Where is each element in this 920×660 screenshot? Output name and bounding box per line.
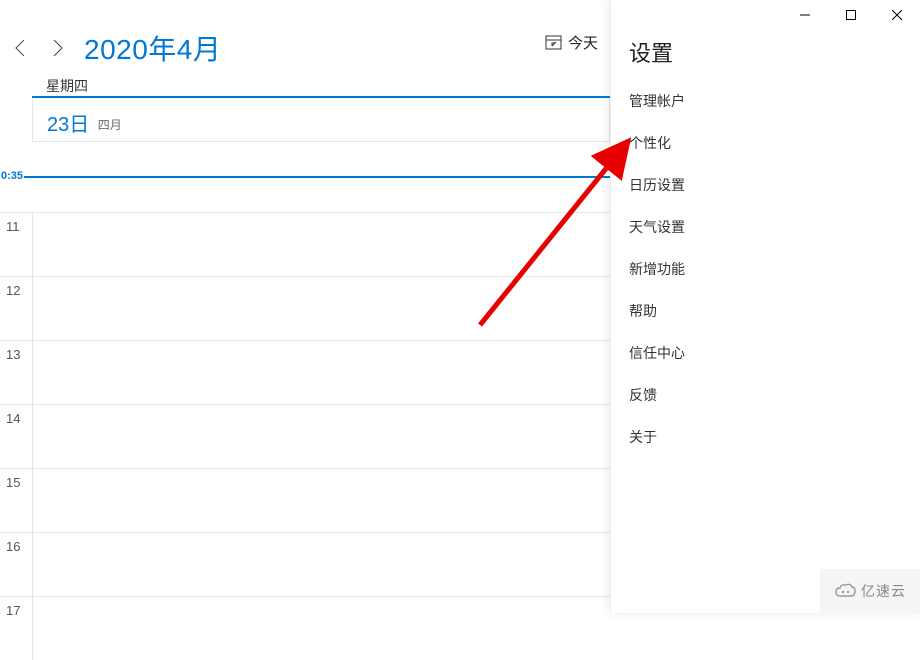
- timeline: 0:35 11 12 13 14 15 16 17: [0, 140, 610, 613]
- hour-label: 12: [6, 283, 20, 298]
- hour-label: 11: [6, 219, 20, 234]
- minimize-icon: [800, 10, 810, 20]
- hour-label: 15: [6, 475, 20, 490]
- window-title-bar: [782, 0, 920, 30]
- hour-row[interactable]: 11: [0, 212, 610, 276]
- settings-item-whats-new[interactable]: 新增功能: [611, 248, 920, 290]
- hour-cell[interactable]: [32, 341, 610, 404]
- settings-item-weather-settings[interactable]: 天气设置: [611, 206, 920, 248]
- today-button[interactable]: 今天: [545, 32, 598, 53]
- hour-cell[interactable]: [32, 277, 610, 340]
- maximize-icon: [846, 10, 856, 20]
- settings-item-personalization[interactable]: 个性化: [611, 122, 920, 164]
- hour-label: 16: [6, 539, 20, 554]
- hour-label: 13: [6, 347, 20, 362]
- minimize-button[interactable]: [782, 0, 828, 30]
- settings-item-about[interactable]: 关于: [611, 416, 920, 458]
- hour-cell[interactable]: [32, 533, 610, 596]
- hour-row[interactable]: 16: [0, 532, 610, 596]
- hour-cell[interactable]: [32, 213, 610, 276]
- settings-item-help[interactable]: 帮助: [611, 290, 920, 332]
- hour-row[interactable]: 15: [0, 468, 610, 532]
- close-icon: [892, 10, 902, 20]
- hour-cell[interactable]: [32, 597, 610, 660]
- current-time-label: 0:35: [0, 170, 24, 182]
- day-cell[interactable]: 23日 四月: [32, 98, 610, 142]
- hour-label: 14: [6, 411, 20, 426]
- settings-panel: 设置 管理帐户 个性化 日历设置 天气设置 新增功能 帮助 信任中心 反馈 关于: [610, 0, 920, 613]
- weekday-label: 星期四: [46, 78, 88, 94]
- month-title[interactable]: 2020年4月: [84, 28, 221, 68]
- hour-row[interactable]: 14: [0, 404, 610, 468]
- hour-row[interactable]: 17: [0, 596, 610, 660]
- hour-cell[interactable]: [32, 405, 610, 468]
- today-icon: [545, 34, 562, 51]
- hour-cell[interactable]: [32, 469, 610, 532]
- watermark-text: 亿速云: [861, 581, 906, 601]
- cloud-icon: [834, 582, 856, 600]
- close-button[interactable]: [874, 0, 920, 30]
- settings-item-manage-accounts[interactable]: 管理帐户: [611, 80, 920, 122]
- settings-item-calendar-settings[interactable]: 日历设置: [611, 164, 920, 206]
- chevron-right-icon: [48, 38, 68, 58]
- settings-title: 设置: [611, 30, 920, 80]
- chevron-left-icon: [12, 38, 32, 58]
- maximize-button[interactable]: [828, 0, 874, 30]
- current-time-line: [0, 176, 610, 178]
- weekday-header: 星期四: [32, 76, 610, 98]
- settings-item-trust-center[interactable]: 信任中心: [611, 332, 920, 374]
- today-label: 今天: [568, 32, 598, 53]
- settings-item-feedback[interactable]: 反馈: [611, 374, 920, 416]
- hour-label: 17: [6, 603, 20, 618]
- hour-row[interactable]: 12: [0, 276, 610, 340]
- hour-row[interactable]: 13: [0, 340, 610, 404]
- next-button[interactable]: [44, 28, 72, 68]
- watermark: 亿速云: [820, 569, 920, 613]
- date-number: 23日: [47, 114, 89, 136]
- date-month: 四月: [98, 118, 122, 132]
- prev-button[interactable]: [8, 28, 36, 68]
